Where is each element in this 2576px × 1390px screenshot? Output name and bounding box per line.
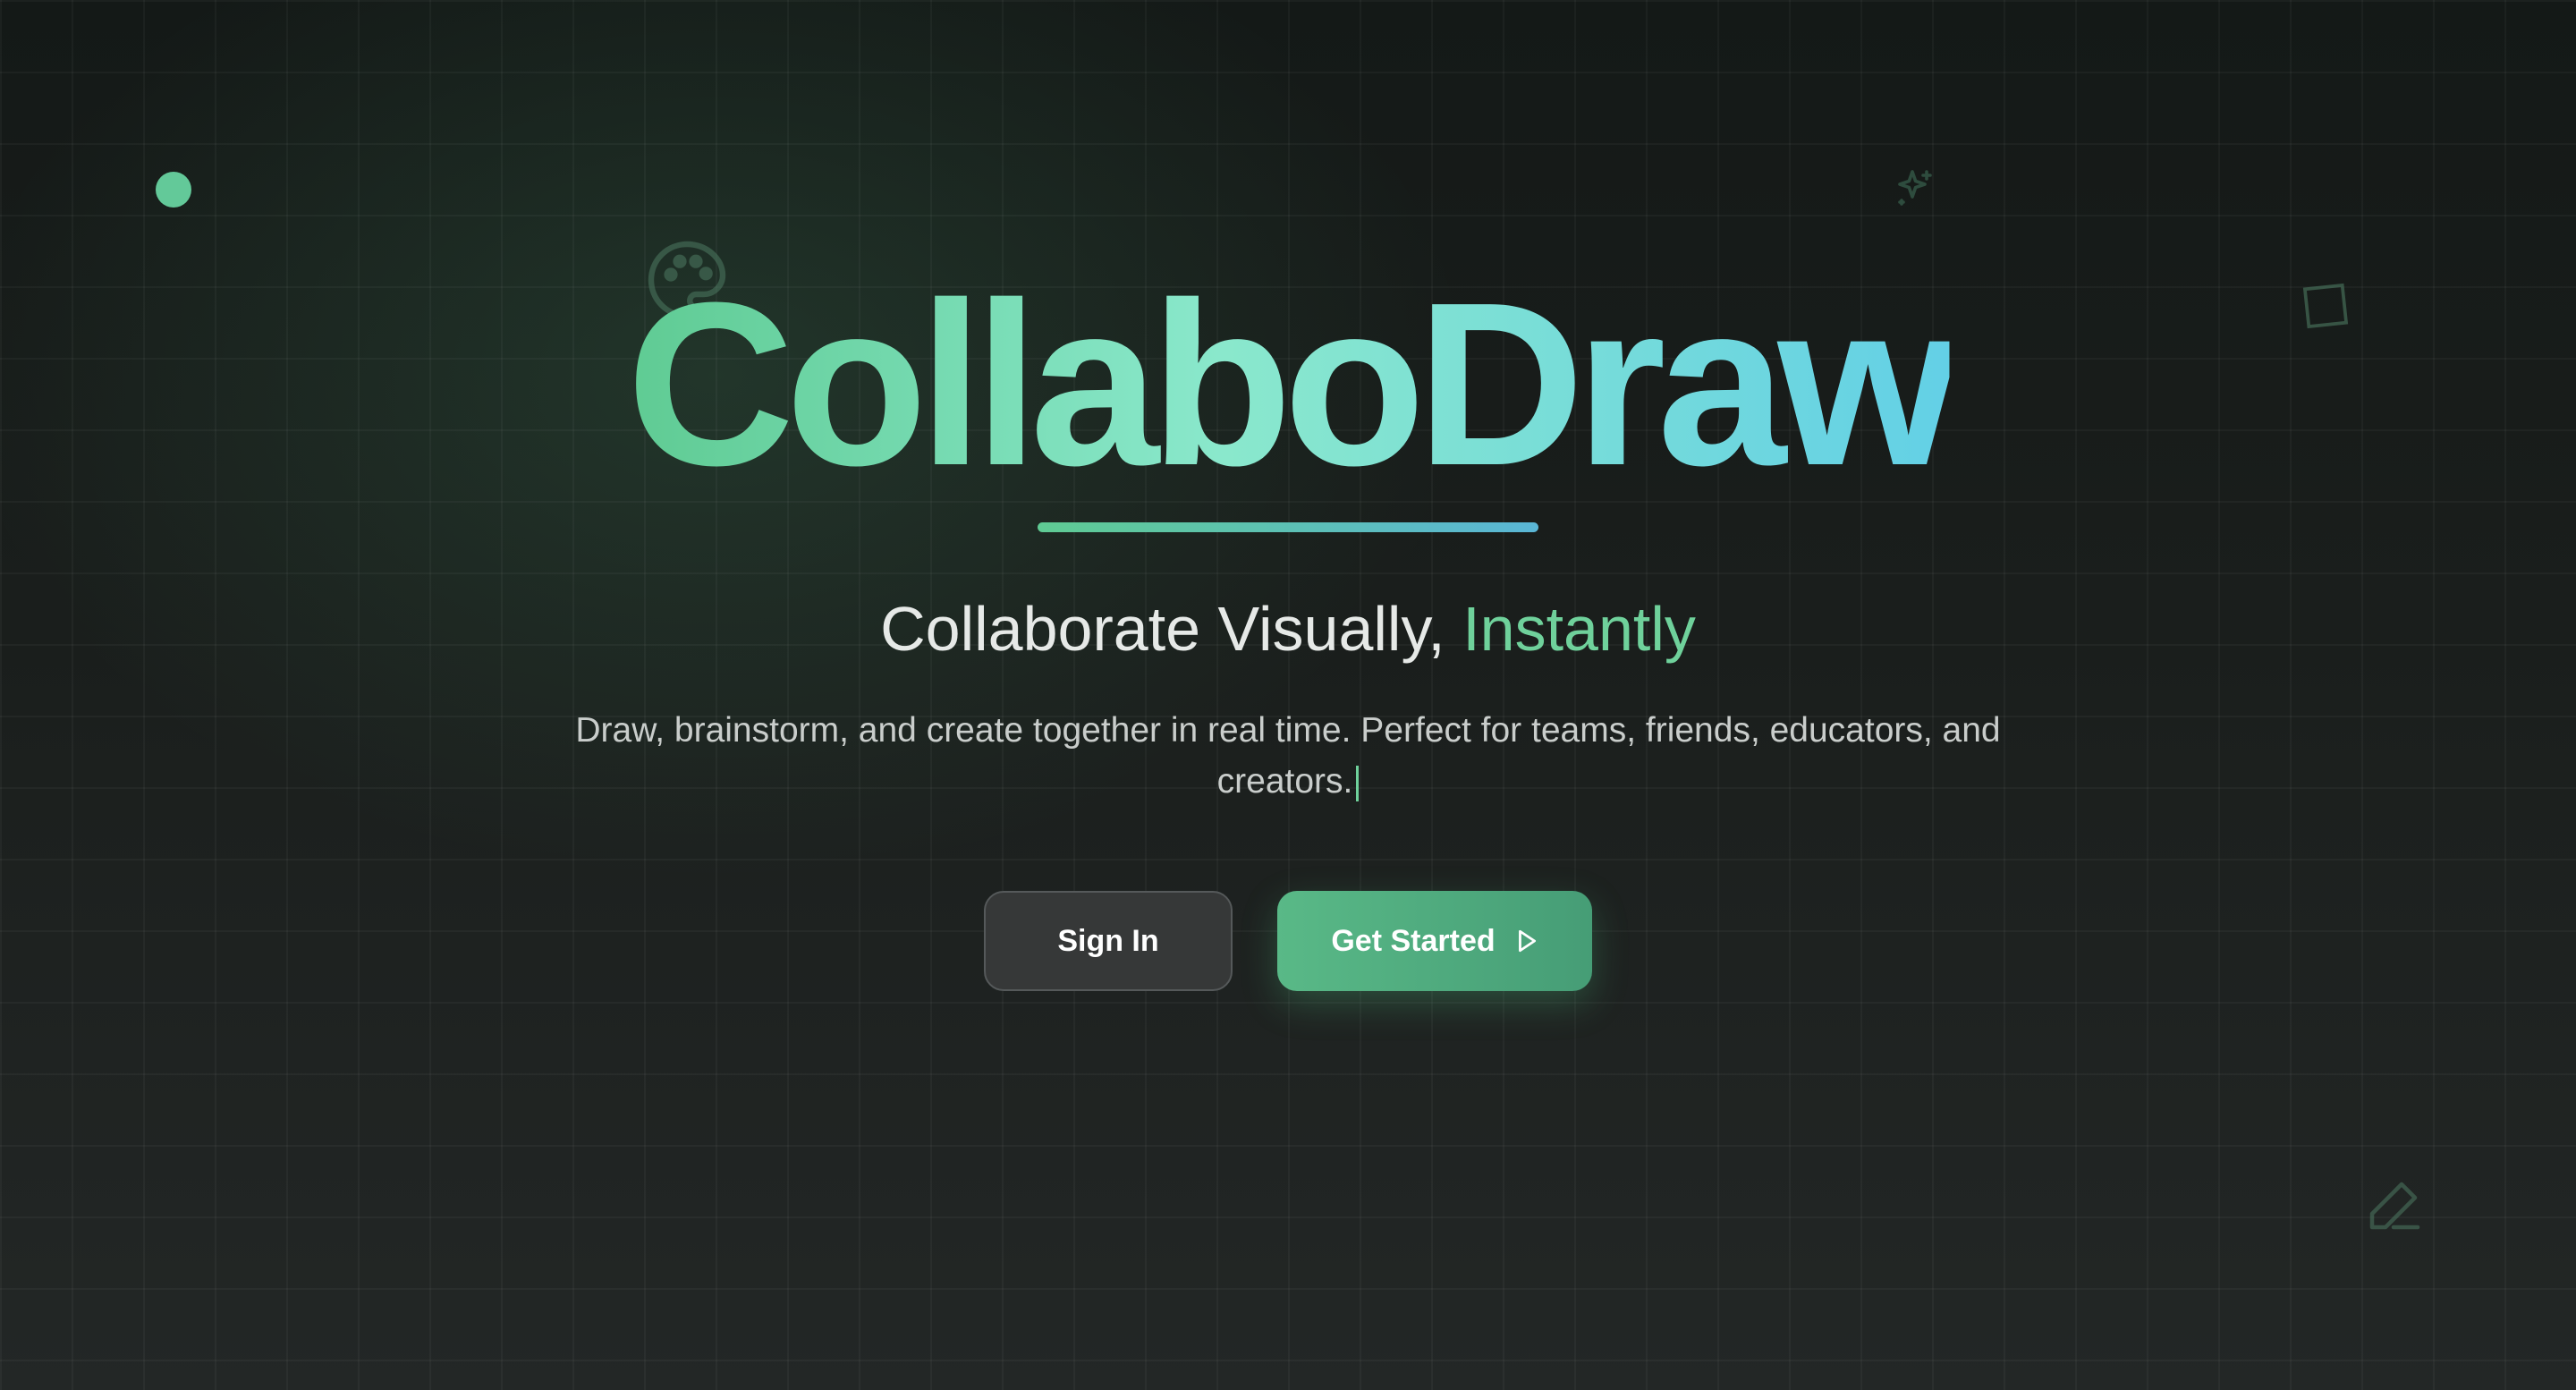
hero-description: Draw, brainstorm, and create together in… — [572, 705, 2004, 807]
brand-title: CollaboDraw — [626, 250, 1958, 519]
pencil-icon — [2369, 1182, 2420, 1230]
square-outline-icon — [2302, 283, 2349, 329]
sign-in-button[interactable]: Sign In — [984, 891, 1233, 991]
grid-pattern — [0, 0, 2576, 1390]
sign-in-label: Sign In — [1057, 923, 1159, 958]
tagline-accent: Instantly — [1462, 594, 1696, 664]
play-icon — [1518, 929, 1536, 953]
tagline: Collaborate Visually, Instantly — [0, 590, 2576, 667]
typing-cursor — [1356, 765, 1360, 801]
sparkle-icon — [1898, 170, 1932, 206]
accent-dot — [156, 172, 191, 208]
tagline-main: Collaborate Visually, — [880, 594, 1445, 664]
get-started-button[interactable]: Get Started — [1277, 891, 1592, 991]
brand-underline — [1038, 522, 1538, 532]
get-started-label: Get Started — [1331, 923, 1496, 958]
description-text: Draw, brainstorm, and create together in… — [575, 711, 2001, 801]
